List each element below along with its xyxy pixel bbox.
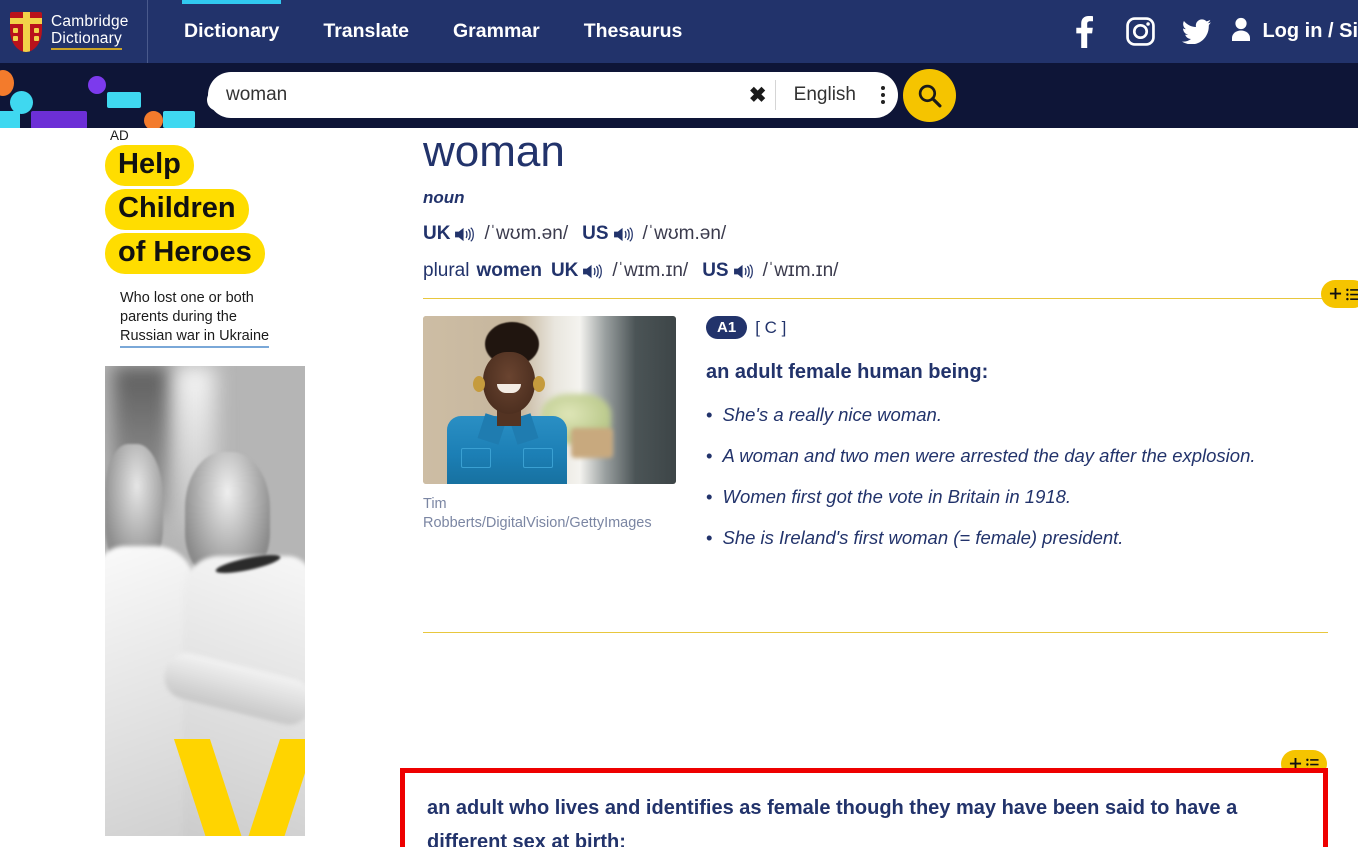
page-body: AD Help Children of Heroes Who lost one … (0, 128, 1358, 847)
plural-region-uk-label: UK (550, 260, 579, 281)
nav-item-dictionary[interactable]: Dictionary (162, 0, 301, 63)
pronunciation-row-plural: plural women UK /ˈwɪm.ɪn/ US /ˈwɪm.ɪn/ (423, 260, 1343, 282)
example-text: Women first got the vote in Britain in 1… (722, 486, 1072, 507)
page-root: Cambridge Dictionary Dictionary Translat… (0, 0, 1358, 847)
login-label: Log in / Si (1262, 20, 1358, 42)
region-uk-label: UK (423, 223, 451, 244)
highlighted-definition-block: an adult who lives and identifies as fem… (400, 768, 1328, 847)
plural-region-us-label: US (702, 260, 729, 281)
level-row: A1 [ C ] (706, 316, 1343, 339)
ad-headline[interactable]: Help Children of Heroes (105, 145, 305, 277)
ad-headline-line-2: Children (105, 189, 249, 230)
kebab-menu-icon[interactable] (868, 72, 898, 118)
nav-item-grammar[interactable]: Grammar (431, 0, 562, 63)
decor-circle-orange-1 (0, 70, 14, 96)
decor-circle-orange-2 (144, 111, 163, 128)
ad-subtext-line-2: parents during the (120, 309, 237, 325)
top-nav-right: Log in / Si (1056, 0, 1358, 63)
part-of-speech: noun (423, 188, 465, 207)
ad-label: AD (110, 128, 129, 143)
example-text: She's a really nice woman. (722, 404, 942, 425)
plus-list-icon[interactable] (1321, 280, 1358, 308)
sense-illustration[interactable] (423, 316, 676, 484)
pronunciation-row-singular: UK /ˈwʊm.ən/ US /ˈwʊm.ən/ (423, 223, 1343, 245)
examples-list: • She's a really nice woman. • A woman and… (706, 402, 1343, 551)
definition-text: an adult who lives and identifies as fem… (427, 797, 1238, 847)
example-item: • She's a really nice woman. (706, 402, 1343, 428)
plural-ipa-us: /ˈwɪm.ɪn/ (762, 260, 839, 281)
close-icon[interactable]: ✖ (741, 72, 775, 118)
logo-text: Cambridge Dictionary (51, 13, 129, 50)
section-divider (423, 280, 1358, 308)
logo-line-1: Cambridge (51, 13, 129, 30)
image-credit: Tim Robberts/DigitalVision/GettyImages (423, 496, 652, 531)
plural-ipa-uk: /ˈwɪm.ɪn/ (612, 260, 689, 281)
user-icon (1230, 17, 1252, 47)
speaker-icon[interactable] (455, 226, 475, 243)
plural-label: plural (423, 260, 470, 281)
nav-label: Dictionary (184, 20, 280, 42)
speaker-icon[interactable] (613, 226, 633, 243)
section-divider (423, 632, 1328, 633)
nav-item-translate[interactable]: Translate (301, 0, 431, 63)
speaker-icon[interactable] (583, 263, 603, 280)
dictionary-entry: woman noun UK /ˈwʊm.ən/ US /ˈwʊm.ən/ plu… (423, 127, 1358, 566)
ad-headline-line-1: Help (105, 145, 194, 186)
top-navigation-bar: Cambridge Dictionary Dictionary Translat… (0, 0, 1358, 63)
cambridge-crest-icon (10, 11, 42, 52)
facebook-icon[interactable] (1056, 0, 1112, 63)
nav-label: Translate (323, 20, 409, 42)
highlight-box: an adult who lives and identifies as fem… (400, 768, 1328, 847)
ipa-uk: /ˈwʊm.ən/ (484, 223, 569, 244)
ad-subtext-line-3: Russian war in Ukraine (120, 327, 270, 348)
main-nav: Dictionary Translate Grammar Thesaurus (148, 0, 704, 63)
site-logo[interactable]: Cambridge Dictionary (0, 0, 148, 63)
ad-headline-line-3: of Heroes (105, 233, 265, 274)
ad-subtext: Who lost one or both parents during the … (120, 289, 305, 348)
example-text: A woman and two men were arrested the da… (722, 445, 1256, 466)
login-signup-button[interactable]: Log in / Si (1224, 17, 1358, 47)
decor-square-cyan-1 (0, 111, 20, 128)
plural-form: women (476, 260, 542, 281)
example-item: • A woman and two men were arrested the d… (706, 443, 1343, 469)
definition-text: an adult female human being: (706, 361, 989, 383)
example-item: • Women first got the vote in Britain in … (706, 484, 1343, 510)
search-input[interactable] (208, 73, 741, 117)
nav-item-thesaurus[interactable]: Thesaurus (562, 0, 705, 63)
sense-block-1: Tim Robberts/DigitalVision/GettyImages A… (423, 316, 1343, 566)
search-bar-row: ✖ English English–Chinese (Traditional) … (0, 63, 1358, 128)
cefr-level-badge[interactable]: A1 (706, 316, 748, 339)
sense-body: A1 [ C ] an adult female human being: • S… (706, 316, 1343, 566)
decor-square-purple-1 (31, 111, 87, 128)
search-submit-button[interactable] (903, 69, 956, 122)
decor-circle-purple-1 (88, 76, 106, 94)
logo-line-2: Dictionary (51, 30, 122, 50)
page-title: woman (423, 127, 565, 176)
decor-square-cyan-3 (163, 111, 195, 128)
search-box: ✖ English (208, 72, 898, 118)
grammar-label: [ C ] (755, 317, 787, 337)
ipa-us: /ˈwʊm.ən/ (642, 223, 727, 244)
ad-sidebar: AD Help Children of Heroes Who lost one … (105, 128, 305, 836)
speaker-icon[interactable] (733, 263, 753, 280)
instagram-icon[interactable] (1112, 0, 1168, 63)
decor-square-cyan-2 (107, 92, 141, 108)
nav-label: Grammar (453, 20, 540, 42)
ad-subtext-line-1: Who lost one or both (120, 290, 254, 306)
example-text: She is Ireland's first woman (= female) … (722, 527, 1124, 548)
search-language-selector[interactable]: English (776, 84, 868, 106)
twitter-icon[interactable] (1168, 0, 1224, 63)
active-tab-indicator (182, 0, 282, 4)
ad-photo[interactable] (105, 366, 305, 836)
nav-label: Thesaurus (583, 20, 683, 42)
sense-image-column: Tim Robberts/DigitalVision/GettyImages (423, 316, 676, 566)
region-us-label: US (582, 223, 609, 244)
example-item: • She is Ireland's first woman (= female)… (706, 525, 1343, 551)
